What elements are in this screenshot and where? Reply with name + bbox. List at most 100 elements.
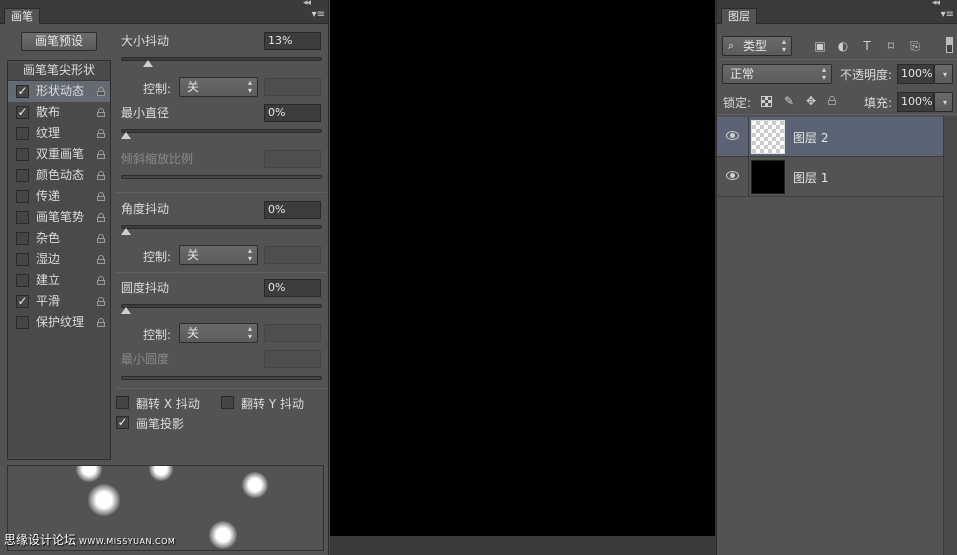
eye-icon[interactable] xyxy=(726,171,739,180)
section-divider xyxy=(116,192,327,193)
panel-menu-icon[interactable]: ▾≡ xyxy=(312,9,325,20)
layer-row[interactable]: 图层 1 xyxy=(717,157,943,197)
layer-filter-select[interactable]: ⌕ 类型 ▴ ▾ xyxy=(722,36,792,56)
brush-tip-shape-item[interactable]: 画笔笔尖形状 xyxy=(8,61,110,81)
control-select-3[interactable]: 关 ▴ ▾ xyxy=(179,323,258,343)
brush-option-checkbox[interactable] xyxy=(16,127,29,140)
chevron-updown-icon: ▴ ▾ xyxy=(781,37,786,54)
lock-all-icon[interactable] xyxy=(828,96,836,105)
flip-y-checkbox[interactable]: 翻转 Y 抖动 xyxy=(221,395,321,411)
section-divider xyxy=(717,59,957,60)
size-jitter-field[interactable]: 13% xyxy=(264,32,321,50)
brush-option-item[interactable]: ✓ 散布 xyxy=(8,102,110,123)
lock-icon[interactable] xyxy=(97,87,105,96)
brush-presets-button[interactable]: 画笔预设 xyxy=(21,32,97,51)
brush-option-item[interactable]: 建立 xyxy=(8,270,110,291)
blend-mode-select[interactable]: 正常 ▴ ▾ xyxy=(722,64,832,84)
lock-icon[interactable] xyxy=(97,276,105,285)
min-diameter-slider-thumb[interactable] xyxy=(121,132,131,139)
brush-option-checkbox[interactable] xyxy=(16,169,29,182)
lock-icon[interactable] xyxy=(97,108,105,117)
brush-option-checkbox[interactable] xyxy=(16,211,29,224)
filter-shape-icon[interactable]: ⌑ xyxy=(884,39,898,53)
filter-pixel-icon[interactable]: ▣ xyxy=(813,39,827,53)
control-select-3-value: 关 xyxy=(187,326,200,340)
layer-thumbnail[interactable] xyxy=(751,120,785,154)
roundness-jitter-slider-thumb[interactable] xyxy=(121,307,131,314)
lock-image-pixels-icon[interactable]: ✎ xyxy=(782,94,796,108)
lock-transparent-pixels-icon[interactable] xyxy=(761,96,772,107)
lock-icon[interactable] xyxy=(97,234,105,243)
brush-option-item[interactable]: 纹理 xyxy=(8,123,110,144)
control-select-2[interactable]: 关 ▴ ▾ xyxy=(179,245,258,265)
filter-smart-object-icon[interactable]: ⎘ xyxy=(908,39,922,53)
brush-option-item[interactable]: 保护纹理 xyxy=(8,312,110,333)
layer-thumbnail[interactable] xyxy=(751,160,785,194)
flip-y-check[interactable] xyxy=(221,396,234,409)
document-canvas[interactable] xyxy=(330,0,715,536)
roundness-jitter-field[interactable]: 0% xyxy=(264,279,321,297)
layer-row[interactable]: 图层 2 xyxy=(717,117,943,157)
min-diameter-slider[interactable] xyxy=(121,129,322,133)
size-jitter-slider-thumb[interactable] xyxy=(143,60,153,67)
brush-option-item[interactable]: ✓ 形状动态 xyxy=(8,81,110,102)
brush-projection-check[interactable]: ✓ xyxy=(116,416,129,429)
brush-option-checkbox[interactable] xyxy=(16,232,29,245)
brush-option-checkbox[interactable] xyxy=(16,316,29,329)
brush-option-checkbox[interactable]: ✓ xyxy=(16,106,29,119)
angle-jitter-slider[interactable] xyxy=(121,225,322,229)
brush-option-item[interactable]: 杂色 xyxy=(8,228,110,249)
filter-toggle-switch[interactable] xyxy=(946,37,953,53)
tab-layers[interactable]: 图层 xyxy=(721,8,757,24)
collapse-icon[interactable]: ◂◂ xyxy=(932,0,940,8)
brush-dot xyxy=(242,472,268,498)
brush-option-checkbox[interactable]: ✓ xyxy=(16,85,29,98)
fill-field[interactable]: 100% xyxy=(897,92,934,112)
eye-icon[interactable] xyxy=(726,131,739,140)
brush-option-checkbox[interactable] xyxy=(16,253,29,266)
angle-jitter-slider-thumb[interactable] xyxy=(121,228,131,235)
opacity-field[interactable]: 100% xyxy=(897,64,934,84)
brush-option-checkbox[interactable] xyxy=(16,190,29,203)
lock-icon[interactable] xyxy=(97,150,105,159)
brush-projection-checkbox[interactable]: ✓ 画笔投影 xyxy=(116,415,216,431)
lock-icon[interactable] xyxy=(97,171,105,180)
min-diameter-field[interactable]: 0% xyxy=(264,104,321,122)
brush-option-checkbox[interactable]: ✓ xyxy=(16,295,29,308)
lock-icon[interactable] xyxy=(97,297,105,306)
column-divider xyxy=(748,117,749,157)
control-select-1[interactable]: 关 ▴ ▾ xyxy=(179,77,258,97)
lock-icon[interactable] xyxy=(97,255,105,264)
lock-icon[interactable] xyxy=(97,192,105,201)
brush-option-item[interactable]: 双重画笔 xyxy=(8,144,110,165)
fill-dropdown-button[interactable]: ▾ xyxy=(934,92,953,112)
lock-icon[interactable] xyxy=(97,129,105,138)
lock-position-icon[interactable]: ✥ xyxy=(804,94,818,108)
brush-option-item[interactable]: 传递 xyxy=(8,186,110,207)
panel-menu-icon[interactable]: ▾≡ xyxy=(941,9,954,20)
brush-option-item[interactable]: 湿边 xyxy=(8,249,110,270)
brush-dot xyxy=(76,466,102,482)
lock-icon[interactable] xyxy=(97,213,105,222)
roundness-jitter-slider[interactable] xyxy=(121,304,322,308)
brush-option-item[interactable]: 颜色动态 xyxy=(8,165,110,186)
brush-option-label: 散布 xyxy=(36,105,61,119)
flip-x-checkbox[interactable]: 翻转 X 抖动 xyxy=(116,395,216,411)
filter-type-icon[interactable]: T xyxy=(860,39,874,53)
layer-name[interactable]: 图层 1 xyxy=(793,169,828,186)
lock-icon[interactable] xyxy=(97,318,105,327)
brush-option-checkbox[interactable] xyxy=(16,148,29,161)
brush-option-checkbox[interactable] xyxy=(16,274,29,287)
opacity-dropdown-button[interactable]: ▾ xyxy=(934,64,953,84)
brush-option-item[interactable]: ✓ 平滑 xyxy=(8,291,110,312)
layer-name[interactable]: 图层 2 xyxy=(793,129,828,146)
tab-brush[interactable]: 画笔 xyxy=(4,8,40,24)
flip-x-check[interactable] xyxy=(116,396,129,409)
brush-option-item[interactable]: 画笔笔势 xyxy=(8,207,110,228)
angle-jitter-field[interactable]: 0% xyxy=(264,201,321,219)
blend-mode-value: 正常 xyxy=(730,67,755,81)
filter-adjustment-icon[interactable]: ◐ xyxy=(836,39,850,53)
collapse-icon[interactable]: ◂◂ xyxy=(303,0,311,8)
chevron-updown-icon: ▴ ▾ xyxy=(247,324,252,341)
layers-scrollbar[interactable] xyxy=(943,116,957,555)
